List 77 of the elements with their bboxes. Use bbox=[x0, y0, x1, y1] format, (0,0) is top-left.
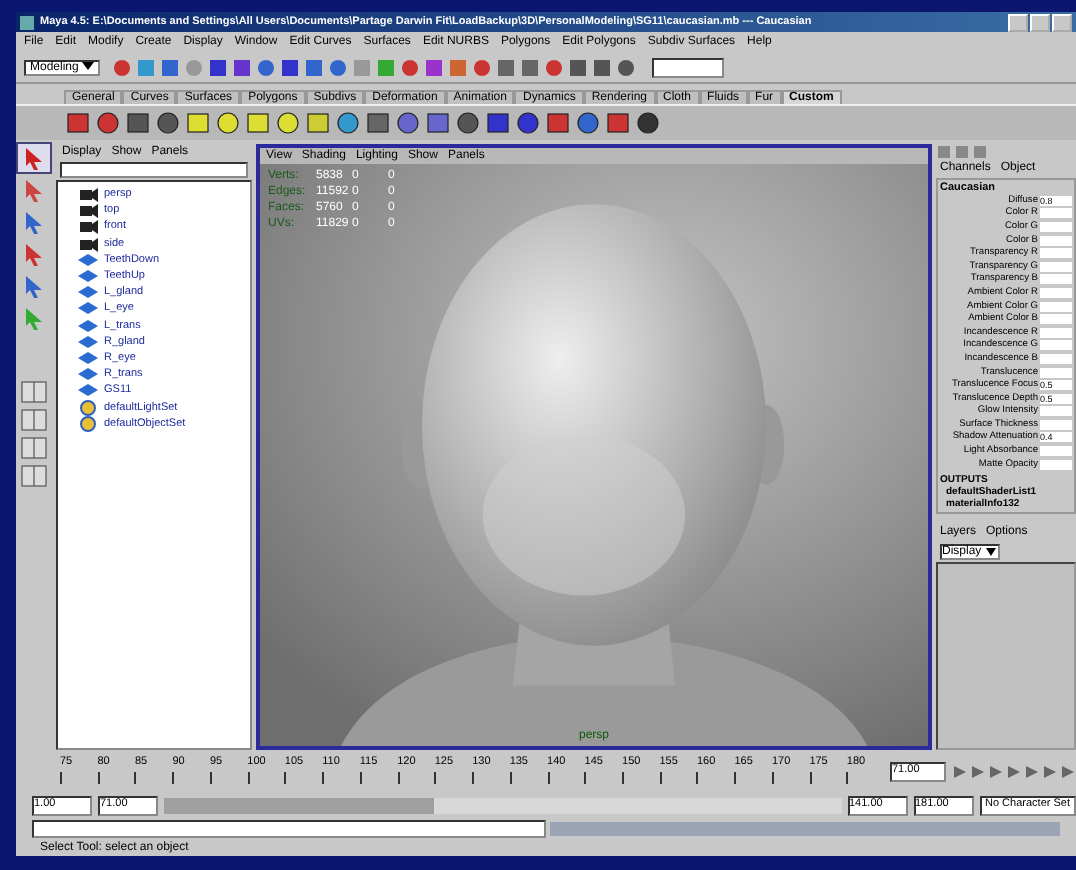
camera-icon bbox=[78, 235, 98, 252]
camera-icon bbox=[78, 186, 98, 203]
square-icon[interactable] bbox=[232, 57, 253, 77]
attribute-field[interactable] bbox=[1040, 419, 1072, 430]
maximize-button[interactable] bbox=[1030, 13, 1050, 31]
caret-icon bbox=[82, 62, 95, 72]
cube-icon[interactable] bbox=[604, 110, 632, 136]
attribute-field[interactable] bbox=[1040, 301, 1072, 312]
layout-icon[interactable] bbox=[18, 436, 50, 460]
app-icon bbox=[20, 15, 34, 29]
square-icon[interactable] bbox=[496, 57, 517, 77]
square-icon[interactable] bbox=[592, 57, 613, 77]
layout-icon[interactable] bbox=[18, 464, 50, 488]
attribute-field[interactable] bbox=[1040, 459, 1072, 470]
sphere-icon[interactable] bbox=[274, 110, 302, 136]
tool-icon[interactable] bbox=[18, 144, 50, 172]
square-icon[interactable] bbox=[972, 144, 988, 160]
square-icon[interactable] bbox=[448, 57, 469, 77]
square-icon[interactable] bbox=[160, 57, 181, 77]
caret-icon bbox=[985, 548, 996, 557]
sphere-icon[interactable] bbox=[94, 110, 122, 136]
cube-icon[interactable] bbox=[184, 110, 212, 136]
sphere-icon[interactable] bbox=[514, 110, 542, 136]
attribute-field[interactable] bbox=[1040, 287, 1072, 298]
attribute-field[interactable] bbox=[1040, 235, 1072, 246]
camera-icon bbox=[78, 202, 98, 219]
minimize-button[interactable] bbox=[1008, 13, 1028, 31]
circle-icon[interactable] bbox=[112, 57, 133, 77]
camera-icon bbox=[78, 218, 98, 235]
command-field[interactable] bbox=[32, 819, 546, 837]
cube-icon[interactable] bbox=[64, 110, 92, 136]
circle-icon[interactable] bbox=[544, 57, 565, 77]
attribute-field[interactable] bbox=[1040, 340, 1072, 351]
sphere-icon[interactable] bbox=[454, 110, 482, 136]
cube-icon[interactable] bbox=[304, 110, 332, 136]
sphere-icon[interactable] bbox=[574, 110, 602, 136]
sphere-icon[interactable] bbox=[334, 110, 362, 136]
square-icon[interactable] bbox=[520, 57, 541, 77]
square-icon[interactable] bbox=[936, 144, 952, 160]
circle-icon[interactable] bbox=[472, 57, 493, 77]
layout-icon[interactable] bbox=[18, 380, 50, 404]
layout-icon[interactable] bbox=[18, 408, 50, 432]
cube-icon[interactable] bbox=[124, 110, 152, 136]
cube-icon[interactable] bbox=[244, 110, 272, 136]
square-icon[interactable] bbox=[208, 57, 229, 77]
filter-field[interactable] bbox=[60, 162, 248, 178]
attribute-field[interactable] bbox=[1040, 248, 1072, 259]
square-icon[interactable] bbox=[304, 57, 325, 77]
square-icon[interactable] bbox=[424, 57, 445, 77]
close-button[interactable] bbox=[1052, 13, 1072, 31]
attribute-field[interactable] bbox=[1040, 327, 1072, 338]
attribute-field[interactable] bbox=[1040, 274, 1072, 285]
attribute-field[interactable] bbox=[1040, 406, 1072, 417]
square-icon[interactable] bbox=[280, 57, 301, 77]
cube-icon[interactable] bbox=[544, 110, 572, 136]
attribute-field[interactable] bbox=[1040, 367, 1072, 378]
input-field[interactable] bbox=[652, 57, 725, 77]
square-icon[interactable] bbox=[568, 57, 589, 77]
circle-icon[interactable] bbox=[616, 57, 637, 77]
attribute-field[interactable] bbox=[1040, 353, 1072, 364]
circle-icon[interactable] bbox=[400, 57, 421, 77]
attribute-field[interactable] bbox=[1040, 261, 1072, 272]
attribute-field[interactable] bbox=[1040, 446, 1072, 457]
circle-icon[interactable] bbox=[328, 57, 349, 77]
attribute-field[interactable] bbox=[1040, 221, 1072, 232]
attribute-field[interactable] bbox=[1040, 314, 1072, 325]
sphere-icon[interactable] bbox=[394, 110, 422, 136]
cube-icon[interactable] bbox=[424, 110, 452, 136]
square-icon[interactable] bbox=[954, 144, 970, 160]
cube-icon[interactable] bbox=[364, 110, 392, 136]
cube-icon[interactable] bbox=[484, 110, 512, 136]
attribute-field[interactable] bbox=[1040, 208, 1072, 219]
circle-icon[interactable] bbox=[256, 57, 277, 77]
range-slider[interactable] bbox=[164, 798, 841, 814]
sphere-icon[interactable] bbox=[634, 110, 662, 136]
sphere-icon[interactable] bbox=[214, 110, 242, 136]
sphere-icon[interactable] bbox=[154, 110, 182, 136]
